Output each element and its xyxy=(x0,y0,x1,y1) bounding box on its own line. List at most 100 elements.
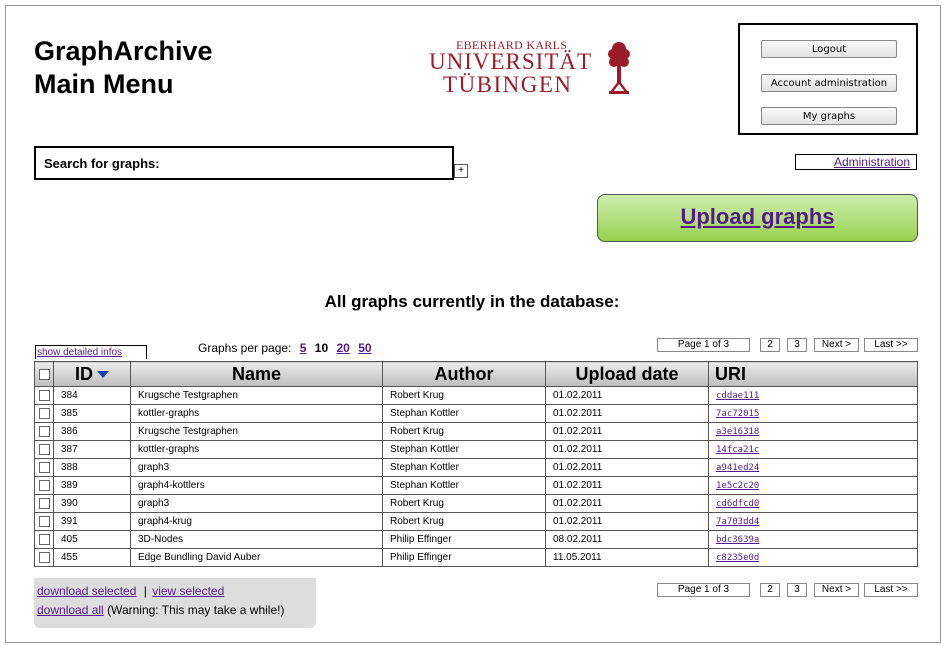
page-2-button[interactable]: 2 xyxy=(760,583,780,597)
row-select-checkbox[interactable] xyxy=(38,515,50,527)
uri-link[interactable]: cddae111 xyxy=(716,391,759,401)
cell-uri: 7a703dd4 xyxy=(708,512,918,531)
bulk-actions-panel: download selected | view selected downlo… xyxy=(34,578,316,628)
row-select-cell xyxy=(34,548,54,567)
cell-name: kottler-graphs xyxy=(130,404,383,423)
page-2-button[interactable]: 2 xyxy=(760,338,780,352)
page-indicator: Page 1 of 3 xyxy=(657,338,750,352)
page-3-button[interactable]: 3 xyxy=(787,338,807,352)
tree-seal-icon xyxy=(608,42,630,94)
per-page-selector: Graphs per page: 5 10 20 50 xyxy=(198,341,372,355)
column-header-name[interactable]: Name xyxy=(130,361,383,387)
uri-link[interactable]: a3e16318 xyxy=(716,427,759,437)
uri-link[interactable]: bdc3639a xyxy=(716,535,759,545)
row-select-checkbox[interactable] xyxy=(38,479,50,491)
table-body: 384 Krugsche Testgraphen Robert Krug 01.02.… xyxy=(34,386,918,567)
administration-link[interactable]: Administration xyxy=(834,155,910,169)
cell-uri: a3e16318 xyxy=(708,422,918,441)
row-select-checkbox[interactable] xyxy=(38,443,50,455)
uri-link[interactable]: 14fca21c xyxy=(716,445,759,455)
cell-id: 387 xyxy=(53,440,131,459)
column-header-uri[interactable]: URI xyxy=(708,361,918,387)
separator: | xyxy=(143,584,147,598)
per-page-option-50[interactable]: 50 xyxy=(358,341,371,355)
row-select-checkbox[interactable] xyxy=(38,389,50,401)
select-all-checkbox[interactable] xyxy=(38,369,50,381)
account-administration-button[interactable]: Account administration xyxy=(761,74,897,92)
administration-box: Administration xyxy=(795,154,917,170)
cell-upload-date: 08.02.2011 xyxy=(545,530,709,549)
uri-link[interactable]: c8235e0d xyxy=(716,553,759,563)
my-graphs-button[interactable]: My graphs xyxy=(761,107,897,125)
logout-button[interactable]: Logout xyxy=(761,40,897,58)
cell-uri: a941ed24 xyxy=(708,458,918,477)
bulk-actions-line2: download all (Warning: This may take a w… xyxy=(37,603,284,617)
view-selected-link[interactable]: view selected xyxy=(152,584,224,598)
row-select-cell xyxy=(34,458,54,477)
row-select-checkbox[interactable] xyxy=(38,551,50,563)
table-row: 390 graph3 Robert Krug 01.02.2011 cd6dfcd0 xyxy=(34,494,918,513)
next-page-button[interactable]: Next > xyxy=(814,583,859,597)
per-page-label: Graphs per page: xyxy=(198,341,292,355)
cell-upload-date: 01.02.2011 xyxy=(545,422,709,441)
uri-link[interactable]: 1e5c2c20 xyxy=(716,481,759,491)
download-selected-link[interactable]: download selected xyxy=(37,584,136,598)
cell-upload-date: 01.02.2011 xyxy=(545,458,709,477)
column-header-upload-date[interactable]: Upload date xyxy=(545,361,709,387)
upload-graphs-link[interactable]: Upload graphs xyxy=(680,204,834,229)
cell-author: Stephan Kottler xyxy=(382,404,546,423)
cell-name: graph4-krug xyxy=(130,512,383,531)
cell-id: 385 xyxy=(53,404,131,423)
table-row: 405 3D-Nodes Philip Effinger 08.02.2011 bdc3… xyxy=(34,530,918,549)
uri-link[interactable]: cd6dfcd0 xyxy=(716,499,759,509)
cell-uri: bdc3639a xyxy=(708,530,918,549)
table-row: 391 graph4-krug Robert Krug 01.02.2011 7a703… xyxy=(34,512,918,531)
cell-author: Stephan Kottler xyxy=(382,440,546,459)
show-detailed-infos-link[interactable]: show detailed infos xyxy=(37,347,122,358)
cell-id: 391 xyxy=(53,512,131,531)
last-page-button[interactable]: Last >> xyxy=(864,583,918,597)
row-select-checkbox[interactable] xyxy=(38,407,50,419)
cell-id: 388 xyxy=(53,458,131,477)
show-detailed-box: show detailed infos xyxy=(35,345,147,359)
per-page-option-10-selected: 10 xyxy=(314,341,329,355)
page-title-line1: GraphArchive xyxy=(34,36,213,66)
cell-uri: 7ac72015 xyxy=(708,404,918,423)
cell-uri: c8235e0d xyxy=(708,548,918,567)
uri-link[interactable]: 7ac72015 xyxy=(716,409,759,419)
per-page-option-5[interactable]: 5 xyxy=(300,341,307,355)
upload-graphs-button[interactable]: Upload graphs xyxy=(597,194,918,242)
search-panel: Search for graphs: xyxy=(34,146,454,180)
cell-name: kottler-graphs xyxy=(130,440,383,459)
graphs-table: ID Name Author Upload date URI 384 Krugsc… xyxy=(34,361,918,567)
column-header-id-label: ID xyxy=(75,363,93,384)
bulk-actions-line1: download selected | view selected xyxy=(37,584,224,598)
download-all-link[interactable]: download all xyxy=(37,603,104,617)
next-page-button[interactable]: Next > xyxy=(814,338,859,352)
row-select-cell xyxy=(34,530,54,549)
search-expand-button[interactable]: + xyxy=(454,164,468,178)
cell-author: Stephan Kottler xyxy=(382,458,546,477)
per-page-option-20[interactable]: 20 xyxy=(336,341,349,355)
uri-link[interactable]: 7a703dd4 xyxy=(716,517,759,527)
column-header-id[interactable]: ID xyxy=(53,361,131,387)
last-page-button[interactable]: Last >> xyxy=(864,338,918,352)
row-select-cell xyxy=(34,404,54,423)
cell-name: Edge Bundling David Auber xyxy=(130,548,383,567)
row-select-checkbox[interactable] xyxy=(38,461,50,473)
page-3-button[interactable]: 3 xyxy=(787,583,807,597)
search-label: Search for graphs: xyxy=(44,156,160,171)
row-select-checkbox[interactable] xyxy=(38,425,50,437)
page-title: GraphArchive Main Menu xyxy=(34,35,213,101)
column-header-author[interactable]: Author xyxy=(382,361,546,387)
row-select-checkbox[interactable] xyxy=(38,533,50,545)
row-select-cell xyxy=(34,386,54,405)
cell-upload-date: 01.02.2011 xyxy=(545,476,709,495)
cell-id: 386 xyxy=(53,422,131,441)
cell-name: Krugsche Testgraphen xyxy=(130,422,383,441)
row-select-checkbox[interactable] xyxy=(38,497,50,509)
account-panel: Logout Account administration My graphs xyxy=(738,23,918,135)
cell-upload-date: 01.02.2011 xyxy=(545,404,709,423)
uri-link[interactable]: a941ed24 xyxy=(716,463,759,473)
table-row: 384 Krugsche Testgraphen Robert Krug 01.02.… xyxy=(34,386,918,405)
